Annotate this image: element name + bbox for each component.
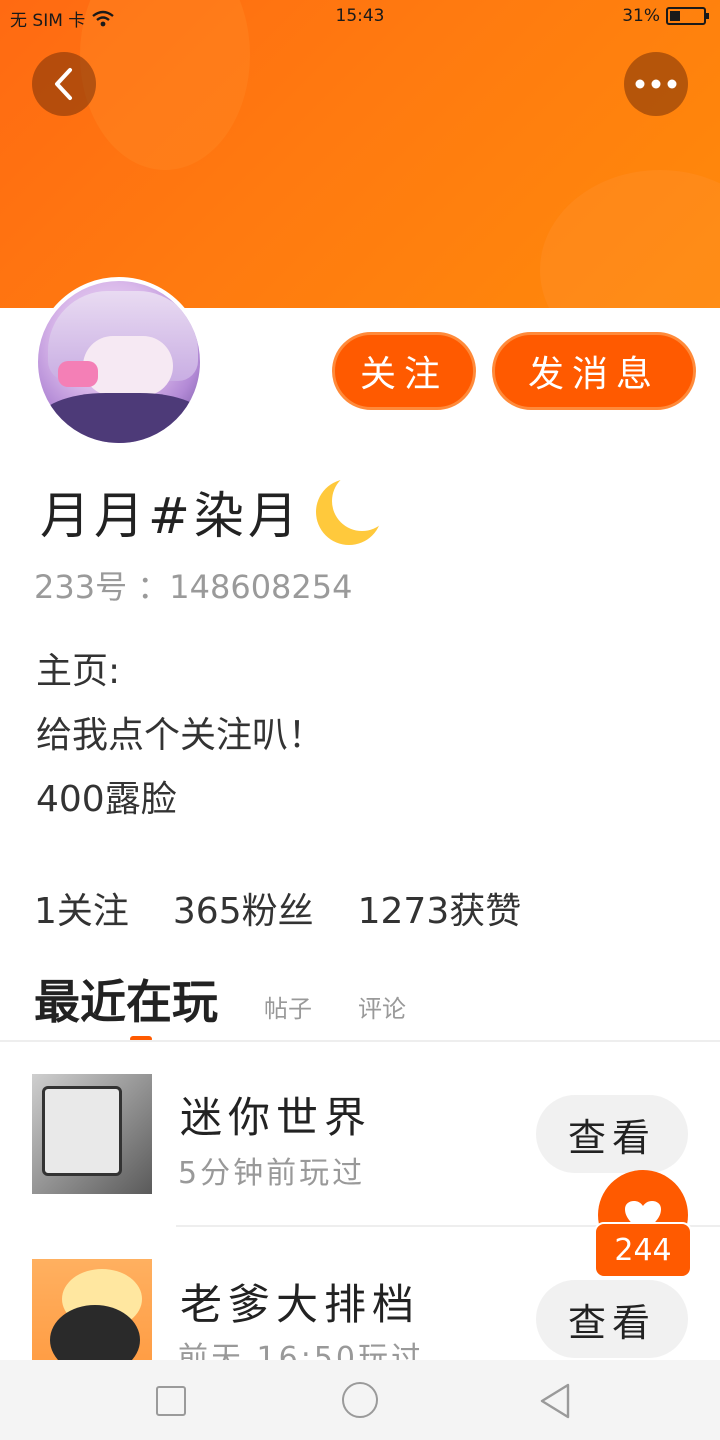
more-button[interactable] [624, 52, 688, 116]
banner-decoration [540, 170, 720, 308]
status-right: 31% [622, 6, 709, 26]
crescent-moon-icon [312, 471, 392, 547]
bio-line: 给我点个关注叭！ [36, 715, 325, 756]
tab-label: 最近在玩 [34, 975, 218, 1029]
bio-line: 400露脸 [36, 779, 177, 820]
game-title: 老爹大排档 [180, 1280, 421, 1329]
chevron-left-icon [55, 68, 72, 100]
triangle-back-icon[interactable] [538, 1382, 572, 1420]
divider [0, 1040, 720, 1042]
user-id: 233号 ：148608254 [34, 568, 353, 606]
recent-apps-button[interactable] [156, 1386, 186, 1416]
battery-fill [670, 11, 680, 21]
following-count[interactable]: 1关注 [34, 882, 129, 934]
system-nav-bar [0, 1360, 720, 1440]
bio: 主页: 给我点个关注叭！ 400露脸 [36, 640, 324, 832]
back-button[interactable] [32, 52, 96, 116]
game-title: 迷你世界 [180, 1093, 373, 1142]
likes-count: 1273获赞 [357, 891, 522, 932]
tab-comments[interactable]: 评论 [358, 989, 406, 1032]
avatar[interactable] [34, 277, 204, 447]
bio-line: 主页: [36, 651, 121, 692]
view-button[interactable]: 查看 [536, 1280, 688, 1358]
fans-count[interactable]: 365粉丝 [173, 882, 314, 934]
message-button[interactable]: 发消息 [492, 332, 696, 410]
battery-text: 31% [622, 6, 660, 26]
status-time: 15:43 [335, 6, 385, 26]
avatar-bow [58, 361, 98, 387]
avatar-cloth [38, 393, 200, 443]
game-thumbnail[interactable] [32, 1074, 152, 1194]
stats-row: 1关注 365粉丝 1273获赞 [34, 882, 521, 934]
content-tabs: 最近在玩 帖子 评论 [34, 966, 406, 1042]
status-bar: 无 SIM 卡 15:43 31% [0, 0, 720, 34]
like-count-badge: 244 [594, 1222, 692, 1278]
follow-button[interactable]: 关注 [332, 332, 476, 410]
profile-banner [0, 0, 720, 308]
game-art [42, 1086, 122, 1176]
username: 月月#染月 [40, 471, 392, 548]
username-text: 月月#染月 [40, 487, 302, 545]
tab-recent-played[interactable]: 最近在玩 [34, 966, 218, 1042]
view-button[interactable]: 查看 [536, 1095, 688, 1173]
battery-icon [666, 7, 709, 25]
home-button[interactable] [342, 1382, 378, 1418]
game-last-played: 5分钟前玩过 [178, 1156, 366, 1191]
more-horizontal-icon [635, 79, 677, 89]
tab-posts[interactable]: 帖子 [264, 989, 312, 1032]
